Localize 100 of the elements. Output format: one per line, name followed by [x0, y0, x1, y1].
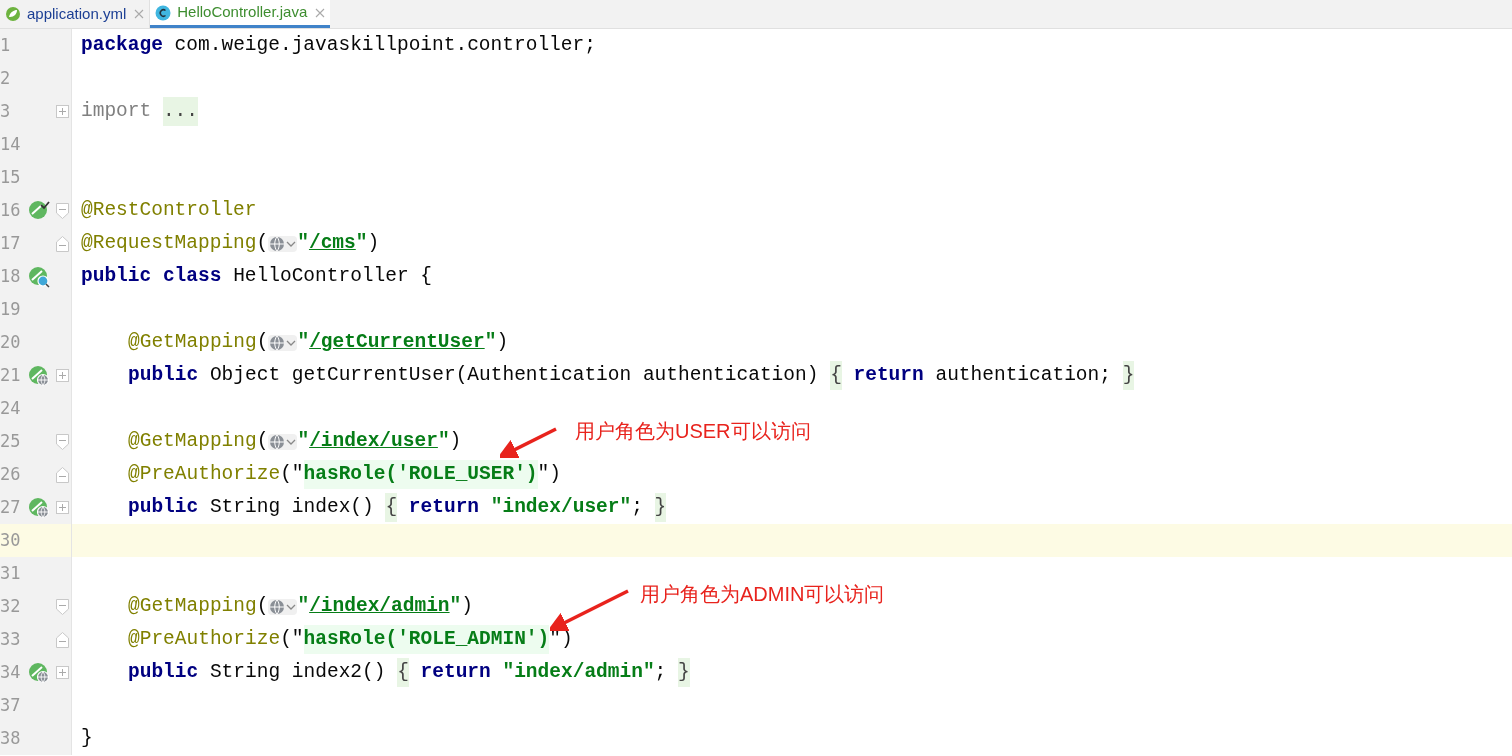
code-text: HelloController {: [232, 263, 433, 289]
code-text: ): [461, 593, 473, 619]
expand-icon[interactable]: [55, 666, 69, 679]
string-literal: "index/admin": [501, 659, 655, 685]
code-text: (: [256, 230, 269, 256]
collapse-icon[interactable]: [55, 202, 69, 219]
globe-dropdown-icon[interactable]: [268, 334, 298, 351]
file-tab[interactable]: HelloController.java: [150, 0, 331, 28]
annotation-note: 用户角色为ADMIN可以访问: [640, 582, 885, 607]
bean-check-icon[interactable]: [28, 199, 50, 222]
line-number: 31: [0, 561, 22, 585]
line-number: 17: [0, 231, 22, 255]
line-number: 25: [0, 429, 22, 453]
keyword: public: [128, 362, 199, 388]
folded-code[interactable]: {: [397, 657, 409, 688]
line-number: 2: [0, 66, 12, 90]
keyword: return: [420, 659, 491, 685]
folded-code[interactable]: }: [1122, 360, 1135, 391]
code-text: (": [280, 461, 304, 487]
annotation-note: 用户角色为USER可以访问: [575, 419, 811, 444]
globe-dropdown-icon[interactable]: [268, 235, 298, 252]
collapse-icon[interactable]: [55, 598, 69, 615]
annotation: @PreAuthorize: [128, 626, 281, 652]
close-icon[interactable]: [315, 7, 326, 18]
line-number: 3: [0, 99, 12, 123]
tab-label: HelloController.java: [177, 2, 308, 23]
tab-label: application.yml: [27, 3, 127, 24]
folded-code[interactable]: }: [678, 657, 690, 688]
string-literal: ": [297, 329, 310, 355]
line-number: 21: [0, 363, 22, 387]
keyword: public class: [81, 263, 222, 289]
folded-code[interactable]: }: [654, 492, 667, 523]
expand-icon[interactable]: [55, 501, 69, 514]
close-icon[interactable]: [134, 9, 145, 19]
folded-code[interactable]: {: [385, 492, 398, 523]
code-text: ): [367, 230, 380, 256]
string-literal: ": [449, 593, 462, 619]
code-text: authentication;: [934, 362, 1112, 388]
expand-icon[interactable]: [55, 369, 69, 382]
url-path-link[interactable]: /cms: [308, 228, 356, 259]
collapse-icon[interactable]: [55, 433, 69, 450]
string-literal: ": [484, 329, 497, 355]
annotation: @PreAuthorize: [128, 461, 281, 487]
code-text: ;: [631, 494, 644, 520]
annotation: @GetMapping: [128, 428, 257, 454]
annotation: @GetMapping: [128, 329, 257, 355]
annotation: @RequestMapping: [81, 230, 257, 256]
collapse-icon[interactable]: [55, 631, 69, 648]
string-literal: ": [297, 428, 310, 454]
code-text: ;: [654, 659, 668, 685]
line-number: 24: [0, 396, 22, 420]
line-number: 19: [0, 297, 22, 321]
string-literal: ": [297, 230, 309, 256]
string-literal: "index/user": [489, 494, 632, 520]
code-text: }: [81, 725, 93, 751]
line-number: 1: [0, 33, 12, 57]
keyword: return: [408, 494, 480, 520]
annotation: @GetMapping: [128, 593, 257, 619]
collapse-icon[interactable]: [55, 235, 69, 252]
string-literal: ": [297, 593, 310, 619]
code-text: "): [537, 461, 561, 487]
keyword: package: [81, 32, 163, 58]
line-number: 26: [0, 462, 22, 486]
code-text: ): [449, 428, 462, 454]
globe-dropdown-icon[interactable]: [268, 598, 298, 615]
code-text: (": [280, 626, 304, 652]
line-number: 20: [0, 330, 22, 354]
line-number: 27: [0, 495, 22, 519]
url-path-link[interactable]: /index/user: [309, 426, 438, 457]
pointer-arrow: [500, 426, 560, 458]
folded-code[interactable]: {: [830, 360, 842, 391]
globe-dropdown-icon[interactable]: [268, 433, 298, 450]
string-literal: ": [437, 428, 450, 454]
bean-globe-icon[interactable]: [28, 496, 50, 519]
code-text: (: [256, 428, 269, 454]
line-number: 18: [0, 264, 22, 288]
leaf-icon: [5, 6, 21, 22]
url-path-link[interactable]: /index/admin: [309, 591, 450, 622]
code-text: (: [256, 593, 269, 619]
code-text: (: [256, 329, 269, 355]
line-number: 37: [0, 693, 22, 717]
folded-code[interactable]: ...: [162, 96, 199, 127]
code-text: String index2(): [208, 659, 387, 685]
class-icon: [155, 4, 172, 21]
line-number: 34: [0, 660, 22, 684]
bean-search-icon[interactable]: [28, 265, 50, 288]
code-text: Object getCurrentUser(Authentication authentication): [208, 362, 820, 388]
bean-globe-icon[interactable]: [28, 364, 50, 387]
line-number: 30: [0, 528, 22, 552]
bean-globe-icon[interactable]: [28, 661, 50, 684]
keyword: public: [128, 494, 199, 520]
code-text: ): [496, 329, 509, 355]
code-text: import: [81, 98, 153, 124]
line-number: 32: [0, 594, 22, 618]
expand-icon[interactable]: [55, 105, 69, 118]
line-number: 15: [0, 165, 22, 189]
string-literal: hasRole('ROLE_USER'): [303, 459, 538, 490]
collapse-icon[interactable]: [55, 466, 69, 483]
annotation: @RestController: [81, 197, 257, 223]
url-path-link[interactable]: /getCurrentUser: [309, 327, 485, 358]
